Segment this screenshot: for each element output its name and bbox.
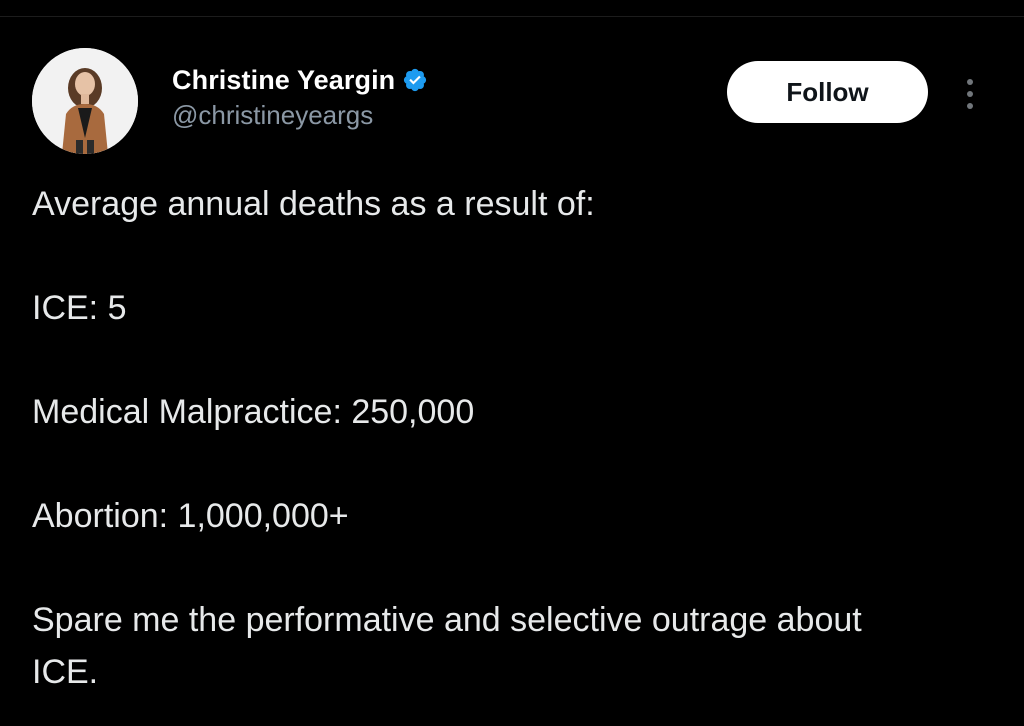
display-name[interactable]: Christine Yeargin bbox=[172, 65, 395, 96]
profile-photo-icon bbox=[32, 48, 138, 154]
tweet-paragraph: ICE: 5 bbox=[32, 289, 127, 327]
tweet-text: Average annual deaths as a result of: IC… bbox=[32, 178, 992, 698]
follow-button[interactable]: Follow bbox=[727, 61, 928, 123]
more-options-icon[interactable] bbox=[958, 74, 982, 114]
name-row: Christine Yeargin bbox=[172, 60, 428, 100]
tweet-paragraph: Medical Malpractice: 250,000 bbox=[32, 393, 475, 431]
avatar[interactable] bbox=[32, 48, 138, 154]
tweet-paragraph: Spare me the performative and selective … bbox=[32, 601, 862, 691]
tweet-paragraph: Average annual deaths as a result of: bbox=[32, 185, 595, 223]
user-handle[interactable]: @christineyeargs bbox=[172, 100, 428, 130]
tweet-paragraph: Abortion: 1,000,000+ bbox=[32, 497, 349, 535]
verified-badge-icon[interactable] bbox=[402, 67, 428, 93]
author-block: Christine Yeargin @christineyeargs bbox=[172, 60, 428, 130]
top-divider bbox=[0, 16, 1024, 17]
